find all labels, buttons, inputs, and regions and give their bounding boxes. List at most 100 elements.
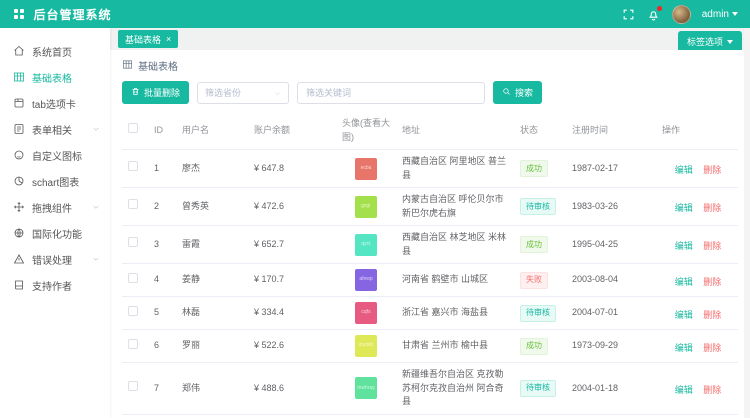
notification-dot xyxy=(657,6,662,11)
column-header: 账户余额 xyxy=(248,112,336,150)
avatar-thumbnail[interactable]: gxgr xyxy=(355,196,377,218)
row-checkbox[interactable] xyxy=(128,339,138,349)
delete-button[interactable]: 删除 xyxy=(698,275,724,288)
edit-button[interactable]: 编辑 xyxy=(670,201,696,214)
cell-id: 6 xyxy=(148,330,176,363)
sidebar-item-custom[interactable]: 自定义图标 xyxy=(0,142,110,168)
sidebar-item-form[interactable]: 表单相关 xyxy=(0,116,110,142)
main-area: 基础表格× 标签选项 基础表格 批量删除 筛选省份 搜索 xyxy=(110,28,750,418)
delete-button[interactable]: 删除 xyxy=(698,308,724,321)
row-checkbox[interactable] xyxy=(128,199,138,209)
edit-button[interactable]: 编辑 xyxy=(670,308,696,321)
column-header: 用户名 xyxy=(176,112,248,150)
sidebar-item-chart[interactable]: schart图表 xyxy=(0,168,110,194)
sidebar-item-globe[interactable]: 国际化功能 xyxy=(0,220,110,246)
cell-id: 2 xyxy=(148,188,176,226)
column-header: 注册时间 xyxy=(566,112,656,150)
cell-address: 浙江省 嘉兴市 海盐县 xyxy=(396,297,514,330)
row-checkbox[interactable] xyxy=(128,161,138,171)
sidebar-item-label: schart图表 xyxy=(32,174,79,189)
scrollbar[interactable] xyxy=(744,28,750,418)
keyword-input[interactable] xyxy=(297,82,485,104)
status-badge: 待审核 xyxy=(520,305,556,322)
book-icon xyxy=(13,279,25,291)
row-checkbox[interactable] xyxy=(128,237,138,247)
cell-username: 林磊 xyxy=(176,297,248,330)
tab-bar: 基础表格× 标签选项 xyxy=(110,28,750,50)
cell-address: 山西省 太原市 迎泽区 xyxy=(396,414,514,418)
toolbar: 批量删除 筛选省份 搜索 xyxy=(122,81,738,104)
avatar[interactable] xyxy=(672,5,691,24)
batch-delete-button[interactable]: 批量删除 xyxy=(122,81,189,104)
user-name: admin xyxy=(702,9,729,20)
sidebar-item-warning[interactable]: 错误处理 xyxy=(0,246,110,272)
collapse-menu-icon[interactable] xyxy=(14,9,24,19)
delete-button[interactable]: 删除 xyxy=(698,201,724,214)
table-row: 1 廖杰 ¥ 647.8 ecba 西藏自治区 阿里地区 普兰县 成功 1987… xyxy=(122,150,738,188)
cell-username: 姜静 xyxy=(176,264,248,297)
status-badge: 待审核 xyxy=(520,380,556,397)
custom-icon xyxy=(13,149,25,161)
avatar-thumbnail[interactable]: xtydsh xyxy=(355,335,377,357)
avatar-thumbnail[interactable]: afewp xyxy=(355,269,377,291)
sidebar-item-label: 支持作者 xyxy=(32,278,72,293)
tag-options-button[interactable]: 标签选项 xyxy=(678,31,742,52)
user-menu[interactable]: admin xyxy=(702,9,738,20)
form-icon xyxy=(13,123,25,135)
cell-id: 3 xyxy=(148,226,176,264)
chevron-down-icon xyxy=(92,125,100,133)
cell-balance: ¥ 407.5 xyxy=(248,414,336,418)
warning-icon xyxy=(13,253,25,265)
row-checkbox[interactable] xyxy=(128,381,138,391)
trash-icon xyxy=(131,87,140,98)
edit-button[interactable]: 编辑 xyxy=(670,275,696,288)
table-icon xyxy=(122,59,133,73)
table-row: 8 丁静 ¥ 407.5 hlwkwb 山西省 太原市 迎泽区 失败 1991-… xyxy=(122,414,738,418)
bell-icon[interactable] xyxy=(647,7,661,21)
cell-register-date: 2003-08-04 xyxy=(566,264,656,297)
edit-button[interactable]: 编辑 xyxy=(670,163,696,176)
sidebar-item-tab[interactable]: tab选项卡 xyxy=(0,90,110,116)
delete-button[interactable]: 删除 xyxy=(698,383,724,396)
sidebar-item-book[interactable]: 支持作者 xyxy=(0,272,110,298)
cell-register-date: 1983-03-26 xyxy=(566,188,656,226)
delete-button[interactable]: 删除 xyxy=(698,341,724,354)
avatar-thumbnail[interactable]: cqfs xyxy=(355,302,377,324)
row-checkbox[interactable] xyxy=(128,306,138,316)
sidebar-item-home[interactable]: 系统首页 xyxy=(0,38,110,64)
delete-button[interactable]: 删除 xyxy=(698,239,724,252)
avatar-thumbnail[interactable]: tnwhray xyxy=(355,377,377,399)
avatar-thumbnail[interactable]: ecba xyxy=(355,158,377,180)
cell-balance: ¥ 488.6 xyxy=(248,363,336,415)
table-row: 3 雷霞 ¥ 652.7 qyct 西藏自治区 林芝地区 米林县 成功 1995… xyxy=(122,226,738,264)
sidebar-item-label: 系统首页 xyxy=(32,44,72,59)
edit-button[interactable]: 编辑 xyxy=(670,383,696,396)
cell-balance: ¥ 334.4 xyxy=(248,297,336,330)
chart-icon xyxy=(13,175,25,187)
cell-address: 新疆维吾尔自治区 克孜勒苏柯尔克孜自治州 阿合奇县 xyxy=(396,363,514,415)
delete-button[interactable]: 删除 xyxy=(698,163,724,176)
sidebar-item-table[interactable]: 基础表格 xyxy=(0,64,110,90)
row-checkbox[interactable] xyxy=(128,273,138,283)
sidebar-item-drag[interactable]: 拖拽组件 xyxy=(0,194,110,220)
sidebar-item-label: tab选项卡 xyxy=(32,96,76,111)
province-select[interactable]: 筛选省份 xyxy=(197,82,289,104)
cell-username: 郑伟 xyxy=(176,363,248,415)
sidebar-item-label: 自定义图标 xyxy=(32,148,82,163)
caret-down-icon xyxy=(732,12,738,16)
column-header: 状态 xyxy=(514,112,566,150)
cell-id: 1 xyxy=(148,150,176,188)
cell-address: 甘肃省 兰州市 榆中县 xyxy=(396,330,514,363)
edit-button[interactable]: 编辑 xyxy=(670,341,696,354)
fullscreen-icon[interactable] xyxy=(622,7,636,21)
column-header: ID xyxy=(148,112,176,150)
select-all-checkbox[interactable] xyxy=(128,123,138,133)
tab-基础表格[interactable]: 基础表格× xyxy=(118,30,178,48)
tab-close-icon[interactable]: × xyxy=(166,35,171,44)
table-icon xyxy=(13,71,25,83)
avatar-thumbnail[interactable]: qyct xyxy=(355,234,377,256)
breadcrumb: 基础表格 xyxy=(122,58,738,73)
cell-register-date: 1987-02-17 xyxy=(566,150,656,188)
search-button[interactable]: 搜索 xyxy=(493,81,542,104)
edit-button[interactable]: 编辑 xyxy=(670,239,696,252)
